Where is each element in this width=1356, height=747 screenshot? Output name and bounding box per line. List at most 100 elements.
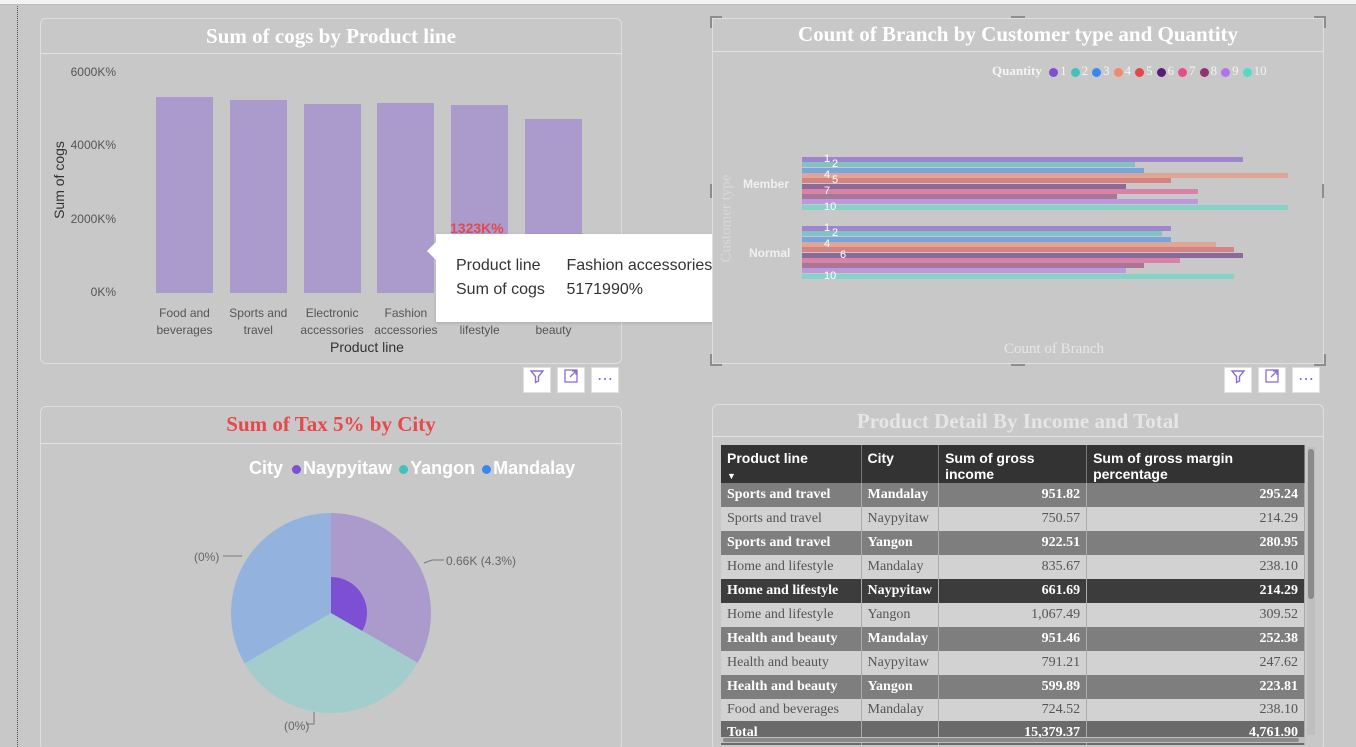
table-title: Product Detail By Income and Total [856, 409, 1180, 433]
resize-handle[interactable] [1011, 16, 1025, 18]
horizontal-scrollbar[interactable] [721, 737, 1305, 743]
resize-handle[interactable] [710, 16, 722, 28]
table-cell: Sports and travel [721, 507, 862, 531]
title-divider [713, 436, 1323, 437]
tooltip-key: Product line [456, 257, 541, 274]
legend-marker [1092, 67, 1102, 77]
y-axis-title: Customer type [718, 174, 735, 263]
table-row[interactable]: Health and beauty Yangon 599.89 223.81 [721, 675, 1305, 699]
resize-handle[interactable] [1322, 184, 1324, 198]
table-row[interactable]: Health and beauty Mandalay 951.46 252.38 [721, 627, 1305, 651]
resize-handle[interactable] [1011, 364, 1025, 366]
hbar-member-10[interactable] [802, 204, 1288, 210]
sort-descending-icon: ▼ [727, 471, 736, 481]
hbar-member-6[interactable] [802, 183, 1126, 189]
tooltip-row: Sum of cogs 5171990% [456, 281, 643, 299]
table-cell: Yangon [861, 531, 940, 555]
resize-handle[interactable] [710, 184, 712, 198]
table-cell: Health and beauty [721, 627, 862, 651]
hbar-member-3[interactable] [802, 167, 1144, 173]
hbar-normal-10[interactable] [802, 273, 1234, 279]
hbar-member-1[interactable] [802, 157, 1243, 162]
table-cell: 951.46 [938, 627, 1088, 651]
resize-handle[interactable] [710, 354, 722, 366]
legend-label: Naypyitaw [303, 458, 393, 478]
hbar-data-label: 10 [824, 269, 837, 282]
table-cell: Mandalay [861, 627, 940, 651]
table-cell: 309.52 [1086, 603, 1305, 627]
bar-food-and-beverages[interactable] [156, 96, 213, 293]
vertical-scrollbar[interactable] [1307, 447, 1315, 735]
pie-chart-svg: (0%) 0.66K (4.3%) (0%) [194, 513, 516, 733]
legend-marker [1135, 67, 1145, 77]
table-cell: Home and lifestyle [721, 555, 862, 579]
legend-marker-mandalay [482, 464, 492, 474]
hbar-data-label: 10 [824, 200, 837, 213]
y-tick-label: 0K% [90, 285, 116, 299]
hbar-normal-8[interactable] [802, 263, 1144, 269]
table-row[interactable]: Home and lifestyle Naypyitaw 661.69 214.29 [721, 579, 1305, 603]
table-row[interactable]: Home and lifestyle Yangon 1,067.49 309.52 [721, 603, 1305, 627]
resize-handle[interactable] [1314, 16, 1326, 28]
hbar-member-2[interactable] [802, 162, 1135, 168]
hbar-member-8[interactable] [802, 194, 1117, 200]
title-divider [713, 51, 1323, 52]
hbar-normal-6[interactable] [802, 252, 1243, 258]
bar-x-axis-title: Product line [330, 339, 404, 355]
product-detail-table: Product line ▼ City Sum of gross income S… [721, 445, 1305, 745]
legend-label: 10 [1253, 63, 1267, 78]
hbar-normal-1[interactable] [802, 226, 1171, 231]
legend-marker [1199, 67, 1209, 77]
hbar-member-5[interactable] [802, 178, 1171, 184]
legend-marker-naypyitaw [292, 464, 302, 474]
legend-marker [1178, 67, 1188, 77]
hbar-member-7[interactable] [802, 188, 1198, 194]
hbar-member-9[interactable] [802, 199, 1198, 205]
scrollbar-thumb[interactable] [1308, 449, 1314, 599]
table-row[interactable]: Sports and travel Mandalay 951.82 295.24 [721, 483, 1305, 507]
legend-label: 2 [1081, 63, 1089, 78]
title-divider [41, 53, 621, 54]
column-header[interactable]: Sum of gross income [938, 445, 1088, 483]
table-cell: Mandalay [861, 483, 940, 507]
bar-electronic-accessories[interactable] [303, 103, 361, 293]
table-cell: 791.21 [938, 651, 1088, 675]
bar-fashion-accessories[interactable] [377, 103, 435, 293]
table-row[interactable]: Home and lifestyle Mandalay 835.67 238.10 [721, 555, 1305, 579]
column-header[interactable]: Product line ▼ [721, 445, 862, 483]
hbar-normal-4[interactable] [802, 241, 1216, 247]
table-row[interactable]: Food and beverages Mandalay 724.52 238.10 [721, 699, 1305, 721]
table-cell: Sports and travel [721, 483, 862, 507]
table-row[interactable]: Health and beauty Naypyitaw 791.21 247.62 [721, 651, 1305, 675]
table-cell: 214.29 [1086, 507, 1305, 531]
hbar-member-4[interactable] [802, 172, 1288, 178]
table-cell: Yangon [861, 675, 940, 699]
column-header[interactable]: City [861, 445, 940, 483]
hbar-normal-3[interactable] [802, 236, 1171, 242]
hbar-normal-5[interactable] [802, 247, 1234, 253]
column-header[interactable]: Sum of gross margin percentage [1086, 445, 1305, 483]
focus-mode-icon[interactable] [557, 367, 585, 393]
hbar-normal-2[interactable] [802, 231, 1162, 237]
table-row[interactable]: Sports and travel Yangon 922.51 280.95 [721, 531, 1305, 555]
tooltip-value: Fashion accessories [566, 257, 713, 274]
filter-icon[interactable] [523, 367, 551, 393]
hbar-normal-7[interactable] [802, 257, 1180, 263]
scrollbar-thumb[interactable] [723, 738, 1299, 742]
legend-label: 6 [1167, 63, 1175, 78]
hbar-normal-9[interactable] [802, 268, 1126, 274]
table-cell: 247.62 [1086, 651, 1305, 675]
more-options-icon[interactable]: ⋯ [591, 367, 619, 393]
more-options-icon[interactable]: ⋯ [1292, 367, 1320, 393]
x-category-label: beauty [535, 323, 572, 337]
focus-mode-icon[interactable] [1258, 367, 1286, 393]
table-cell: 280.95 [1086, 531, 1305, 555]
legend-label: 8 [1210, 63, 1218, 78]
table-row[interactable]: Sports and travel Naypyitaw 750.57 214.29 [721, 507, 1305, 531]
resize-handle[interactable] [1314, 354, 1326, 366]
legend-marker [1070, 67, 1080, 77]
filter-icon[interactable] [1224, 367, 1252, 393]
bar-sports-and-travel[interactable] [229, 100, 287, 293]
y-tick-label: 2000K% [70, 211, 116, 226]
legend-title: City [249, 458, 284, 478]
